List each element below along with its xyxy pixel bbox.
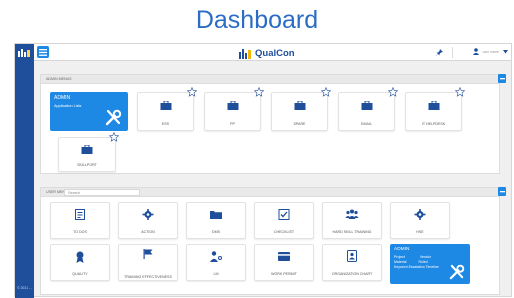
briefcase-icon bbox=[294, 101, 305, 110]
collapse-button[interactable] bbox=[498, 74, 506, 83]
group-icon bbox=[345, 209, 359, 219]
card-icon bbox=[278, 252, 290, 261]
gear-icon bbox=[142, 209, 154, 220]
user-menus-panel: User Menus Search TO DOS ACTION DMS CHE bbox=[40, 187, 506, 295]
tile-label: HARD SKILL TRAINING bbox=[332, 229, 372, 234]
admin-menus-panel: Admin Menus ADMIN Application Lists ESS bbox=[40, 74, 506, 174]
star-icon[interactable] bbox=[388, 87, 398, 97]
folder-icon bbox=[210, 211, 222, 219]
tile-work-permit[interactable]: WORK PERMIT bbox=[254, 244, 314, 281]
user-name: user name bbox=[482, 49, 499, 54]
briefcase-icon bbox=[227, 101, 238, 110]
page-title: Dashboard bbox=[195, 5, 319, 34]
app-window: © 2021 ... QualCon user name ADMIN MENUS… bbox=[14, 43, 512, 298]
tile-dms[interactable]: DMS bbox=[186, 202, 246, 239]
tile-label: DMS bbox=[212, 229, 220, 234]
menu-toggle-button[interactable] bbox=[37, 46, 49, 58]
briefcase-icon bbox=[160, 101, 171, 110]
search-input[interactable]: Search bbox=[64, 189, 140, 196]
minus-icon bbox=[499, 190, 505, 192]
quality-icon bbox=[76, 251, 84, 263]
star-icon[interactable] bbox=[455, 87, 465, 97]
admin-tile-subtitle: Application Lists bbox=[54, 104, 82, 108]
tile-label: SKILLPORT bbox=[77, 162, 97, 167]
tile-ess[interactable]: ESS bbox=[137, 87, 197, 131]
badge-icon bbox=[347, 250, 357, 262]
tile-organization-chart[interactable]: ORGANIZATION CHART bbox=[322, 244, 382, 281]
tile-label: QUALITY bbox=[72, 271, 88, 276]
tile-it-helpdesk[interactable]: IT HELPDESK bbox=[405, 87, 465, 131]
admin-project-tile[interactable]: ADMIN Project Vendor Material Ruled Keyw… bbox=[390, 244, 470, 284]
page: Dashboard © 2021 ... QualCon user name A… bbox=[0, 0, 514, 298]
minus-icon bbox=[499, 77, 505, 79]
admin-application-lists-tile[interactable]: ADMIN Application Lists bbox=[50, 92, 128, 131]
chevron-down-icon[interactable] bbox=[503, 50, 508, 54]
tile-label: LM bbox=[213, 271, 219, 276]
tile-quality[interactable]: QUALITY bbox=[50, 244, 110, 281]
user-key-icon bbox=[210, 251, 222, 262]
admin-line: Vendor bbox=[419, 255, 431, 259]
user-menu[interactable]: user name bbox=[473, 48, 499, 55]
tile-hard-skill-training[interactable]: HARD SKILL TRAINING bbox=[322, 202, 382, 239]
flag-icon bbox=[143, 249, 153, 259]
tile-label: SPARE bbox=[293, 121, 306, 126]
admin-line: Project bbox=[394, 255, 405, 259]
sidebar-footer: © 2021 ... bbox=[17, 286, 32, 290]
admin-tile-title: ADMIN bbox=[54, 95, 71, 101]
qualcon-logo-icon bbox=[239, 48, 251, 59]
briefcase-icon bbox=[81, 145, 93, 154]
admin-line: Keyword Escalation Timeline bbox=[394, 265, 439, 269]
panel-header: Admin Menus bbox=[41, 75, 499, 84]
tile-to-dos[interactable]: TO DOS bbox=[50, 202, 110, 239]
tile-hse[interactable]: HSE bbox=[390, 202, 450, 239]
tile-label: ORGANIZATION CHART bbox=[331, 271, 373, 276]
tile-checklist[interactable]: CHECKLIST bbox=[254, 202, 314, 239]
star-icon[interactable] bbox=[321, 87, 331, 97]
tile-label: WORK PERMIT bbox=[271, 271, 297, 276]
divider bbox=[452, 47, 453, 58]
admin-line: Material bbox=[394, 260, 407, 264]
todo-icon bbox=[75, 209, 85, 220]
collapse-button[interactable] bbox=[498, 187, 506, 196]
tile-label: TO DOS bbox=[73, 229, 87, 234]
tile-email[interactable]: EMAIL bbox=[338, 87, 398, 131]
hamburger-icon bbox=[39, 48, 47, 56]
user-icon bbox=[473, 48, 480, 55]
tile-label: CHECKLIST bbox=[273, 229, 295, 234]
gear-icon bbox=[414, 209, 426, 220]
tile-training-effectiveness[interactable]: TRAINING EFFECTIVENESS bbox=[118, 244, 178, 281]
tile-pp[interactable]: PP bbox=[204, 87, 264, 131]
tile-label: IT HELPDESK bbox=[421, 121, 446, 126]
checklist-icon bbox=[278, 209, 290, 220]
tile-label: PP bbox=[230, 121, 235, 126]
tile-label: TRAINING EFFECTIVENESS bbox=[124, 274, 172, 279]
admin-tile-lines: Project Vendor Material Ruled Keyword Es… bbox=[394, 255, 439, 270]
tile-lm[interactable]: LM bbox=[186, 244, 246, 281]
tools-icon bbox=[105, 109, 122, 126]
tile-label: HSE bbox=[416, 229, 424, 234]
tools-icon bbox=[449, 264, 465, 280]
tile-action[interactable]: ACTION bbox=[118, 202, 178, 239]
admin-tile-title: ADMIN bbox=[394, 247, 410, 252]
tile-label: ESS bbox=[161, 121, 170, 126]
left-sidebar: © 2021 ... bbox=[15, 44, 34, 298]
star-icon[interactable] bbox=[187, 87, 197, 97]
tile-skillport[interactable]: SKILLPORT bbox=[58, 132, 119, 172]
admin-line: Ruled bbox=[418, 260, 428, 264]
brand[interactable]: QualCon bbox=[239, 47, 295, 59]
pin-icon[interactable] bbox=[436, 49, 443, 56]
qualcon-logo-icon[interactable] bbox=[17, 48, 32, 58]
star-icon[interactable] bbox=[254, 87, 264, 97]
tile-label: EMAIL bbox=[361, 121, 372, 126]
tile-spare[interactable]: SPARE bbox=[271, 87, 331, 131]
briefcase-icon bbox=[361, 101, 372, 110]
top-bar: QualCon user name bbox=[34, 44, 511, 61]
tile-label: ACTION bbox=[141, 229, 155, 234]
brand-name: QualCon bbox=[255, 47, 295, 59]
star-icon[interactable] bbox=[109, 132, 119, 142]
briefcase-icon bbox=[428, 101, 439, 110]
